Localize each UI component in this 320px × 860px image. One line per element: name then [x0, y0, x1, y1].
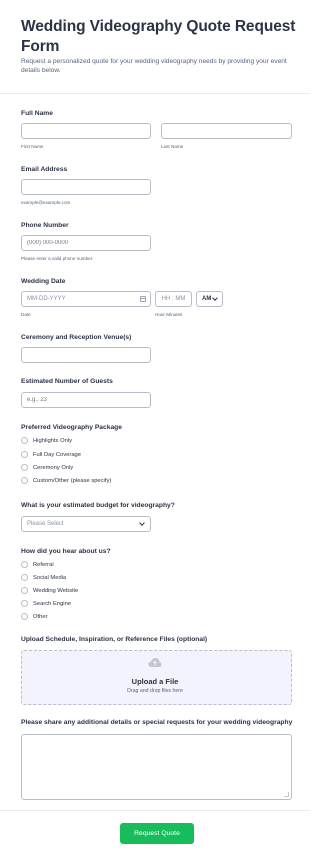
first-name-input[interactable] — [21, 123, 151, 139]
referral-option[interactable]: Search Engine — [21, 599, 71, 608]
date-placeholder: MM-DD-YYYY — [27, 296, 66, 302]
form-title: Wedding Videography Quote Request Form — [21, 18, 296, 55]
radio-button[interactable] — [21, 561, 28, 568]
resize-handle[interactable] — [284, 792, 289, 797]
last-name-sublabel: Last Name — [161, 144, 184, 149]
referral-option-label: Search Engine — [33, 600, 72, 607]
radio-button[interactable] — [21, 437, 28, 444]
package-option-label: Highlights Only — [33, 437, 72, 444]
form-header: Wedding Videography Quote Request Form R… — [0, 0, 310, 94]
guests-input[interactable] — [21, 392, 151, 408]
radio-button[interactable] — [21, 464, 28, 471]
full-name-label: Full Name — [21, 110, 53, 117]
budget-select[interactable]: Please Select — [21, 516, 151, 532]
footer-divider — [0, 810, 310, 811]
budget-placeholder: Please Select — [27, 521, 64, 527]
package-option[interactable]: Custom/Other (please specify) — [21, 476, 111, 485]
referral-option-label: Other — [33, 613, 48, 620]
date-input[interactable]: MM-DD-YYYY — [21, 291, 151, 307]
phone-label: Phone Number — [21, 222, 69, 229]
package-label: Preferred Videography Package — [21, 424, 122, 431]
radio-button[interactable] — [21, 600, 28, 607]
email-field[interactable] — [21, 179, 151, 195]
guests-label: Estimated Number of Guests — [21, 378, 113, 385]
referral-option[interactable]: Other — [21, 612, 48, 621]
radio-button[interactable] — [21, 451, 28, 458]
radio-button[interactable] — [21, 574, 28, 581]
referral-option[interactable]: Referral — [21, 560, 54, 569]
radio-button[interactable] — [21, 477, 28, 484]
email-sublabel: example@example.com — [21, 200, 71, 205]
time-input[interactable]: HH : MM — [155, 291, 192, 307]
referral-option-label: Social Media — [33, 574, 67, 581]
details-textarea[interactable] — [21, 734, 292, 800]
first-name-sublabel: First Name — [21, 144, 44, 149]
date-sublabel: Date — [21, 312, 31, 317]
radio-button[interactable] — [21, 587, 28, 594]
budget-label: What is your estimated budget for videog… — [21, 502, 175, 509]
venue-input[interactable] — [21, 347, 151, 363]
package-option-label: Ceremony Only — [33, 464, 74, 471]
package-option-label: Full Day Coverage — [33, 451, 82, 458]
ampm-select[interactable]: AM — [196, 291, 223, 307]
upload-label: Upload Schedule, Inspiration, or Referen… — [21, 636, 208, 643]
package-option[interactable]: Highlights Only — [21, 436, 72, 445]
package-option[interactable]: Ceremony Only — [21, 463, 73, 472]
wedding-date-label: Wedding Date — [21, 278, 66, 285]
referral-option[interactable]: Wedding Website — [21, 586, 78, 595]
phone-input[interactable] — [21, 235, 151, 251]
ampm-value: AM — [202, 296, 212, 302]
upload-subtitle: Drag and drop files here — [127, 688, 183, 694]
cloud-upload-icon — [148, 658, 162, 667]
referral-option-label: Referral — [33, 561, 54, 568]
package-option[interactable]: Full Day Coverage — [21, 450, 81, 459]
chevron-down-icon — [139, 520, 145, 526]
referral-option-label: Wedding Website — [33, 587, 79, 594]
referral-option[interactable]: Social Media — [21, 573, 66, 582]
email-label: Email Address — [21, 166, 68, 173]
chevron-down-icon — [212, 295, 218, 301]
time-sublabel: Hour Minutes — [155, 312, 183, 317]
radio-button[interactable] — [21, 613, 28, 620]
calendar-icon[interactable] — [140, 296, 146, 302]
referral-label: How did you hear about us? — [21, 548, 111, 555]
details-label: Please share any additional details or s… — [21, 719, 293, 726]
phone-sublabel: Please enter a valid phone number. — [21, 256, 94, 261]
time-placeholder: HH : MM — [161, 296, 186, 302]
venue-label: Ceremony and Reception Venue(s) — [21, 334, 132, 341]
upload-title: Upload a File — [131, 677, 179, 686]
package-option-label: Custom/Other (please specify) — [33, 477, 112, 484]
last-name-input[interactable] — [161, 123, 292, 139]
request-quote-button[interactable]: Request Quote — [120, 823, 194, 844]
form-subtitle: Request a personalized quote for your we… — [21, 58, 287, 74]
